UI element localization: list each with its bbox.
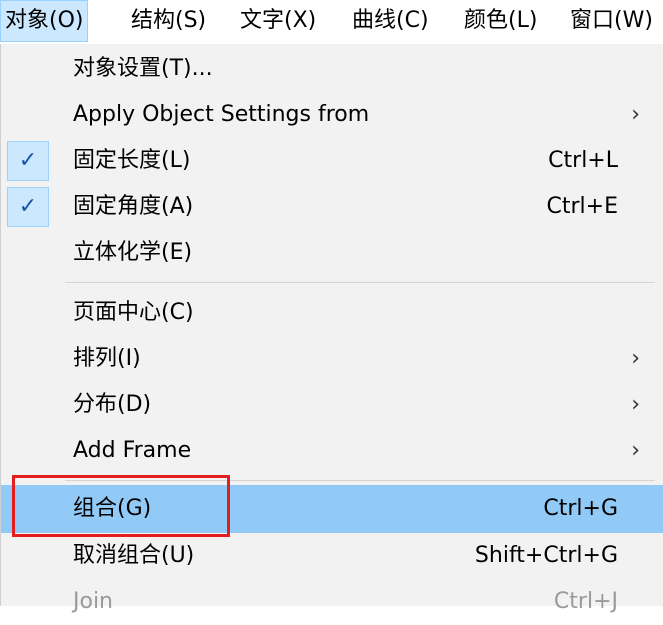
menu-object[interactable]: 对象(O) xyxy=(0,0,89,42)
submenu-arrow-icon: › xyxy=(631,102,640,127)
menu-item-shortcut: Ctrl+E xyxy=(546,194,618,219)
menu-item-label: Add Frame xyxy=(73,438,192,463)
menu-item-ungroup[interactable]: 取消组合(U) Shift+Ctrl+G xyxy=(1,533,663,579)
menu-color[interactable]: 颜色(L) xyxy=(460,0,541,42)
menu-item-label: 固定长度(L) xyxy=(73,148,191,173)
menu-item-fixed-length[interactable]: ✓ 固定长度(L) Ctrl+L xyxy=(1,138,663,184)
submenu-arrow-icon: › xyxy=(631,346,640,371)
menu-item-label: Join xyxy=(73,589,114,614)
menu-item-label: 固定角度(A) xyxy=(73,194,194,219)
menu-item-label: 排列(I) xyxy=(73,346,141,371)
menu-item-label: 取消组合(U) xyxy=(73,543,195,568)
menu-window[interactable]: 窗口(W) xyxy=(566,0,657,42)
menu-text[interactable]: 文字(X) xyxy=(236,0,320,42)
menu-item-label: 分布(D) xyxy=(73,392,152,417)
menu-item-fixed-angle[interactable]: ✓ 固定角度(A) Ctrl+E xyxy=(1,184,663,230)
menu-item-label: 对象设置(T)... xyxy=(73,56,213,81)
menu-item-shortcut: Ctrl+G xyxy=(543,496,618,521)
menu-structure[interactable]: 结构(S) xyxy=(127,0,210,42)
submenu-arrow-icon: › xyxy=(631,392,640,417)
menu-bar: 对象(O) 结构(S) 文字(X) 曲线(C) 颜色(L) 窗口(W) xyxy=(0,0,663,45)
menu-curves[interactable]: 曲线(C) xyxy=(348,0,433,42)
menu-item-label: 立体化学(E) xyxy=(73,240,193,265)
menu-item-add-frame[interactable]: Add Frame › xyxy=(1,428,663,474)
menu-item-shortcut: Ctrl+J xyxy=(553,589,618,614)
menu-separator xyxy=(65,282,655,283)
menu-item-arrange[interactable]: 排列(I) › xyxy=(1,336,663,382)
menu-item-apply-object-settings[interactable]: Apply Object Settings from › xyxy=(1,92,663,138)
menu-item-shortcut: Ctrl+L xyxy=(548,148,618,173)
submenu-arrow-icon: › xyxy=(631,438,640,463)
menu-item-label: Apply Object Settings from xyxy=(73,102,370,127)
menu-item-center-on-page[interactable]: 页面中心(C) xyxy=(1,290,663,336)
menu-item-distribute[interactable]: 分布(D) › xyxy=(1,382,663,428)
annotation-highlight-box xyxy=(12,475,230,537)
menu-item-shortcut: Shift+Ctrl+G xyxy=(474,543,618,568)
menu-item-join: Join Ctrl+J xyxy=(1,579,663,625)
menu-item-label: 页面中心(C) xyxy=(73,300,194,325)
menu-item-object-settings[interactable]: 对象设置(T)... xyxy=(1,46,663,92)
menu-item-stereochemistry[interactable]: 立体化学(E) xyxy=(1,230,663,276)
checkmark-icon: ✓ xyxy=(7,187,49,227)
checkmark-icon: ✓ xyxy=(7,141,49,181)
